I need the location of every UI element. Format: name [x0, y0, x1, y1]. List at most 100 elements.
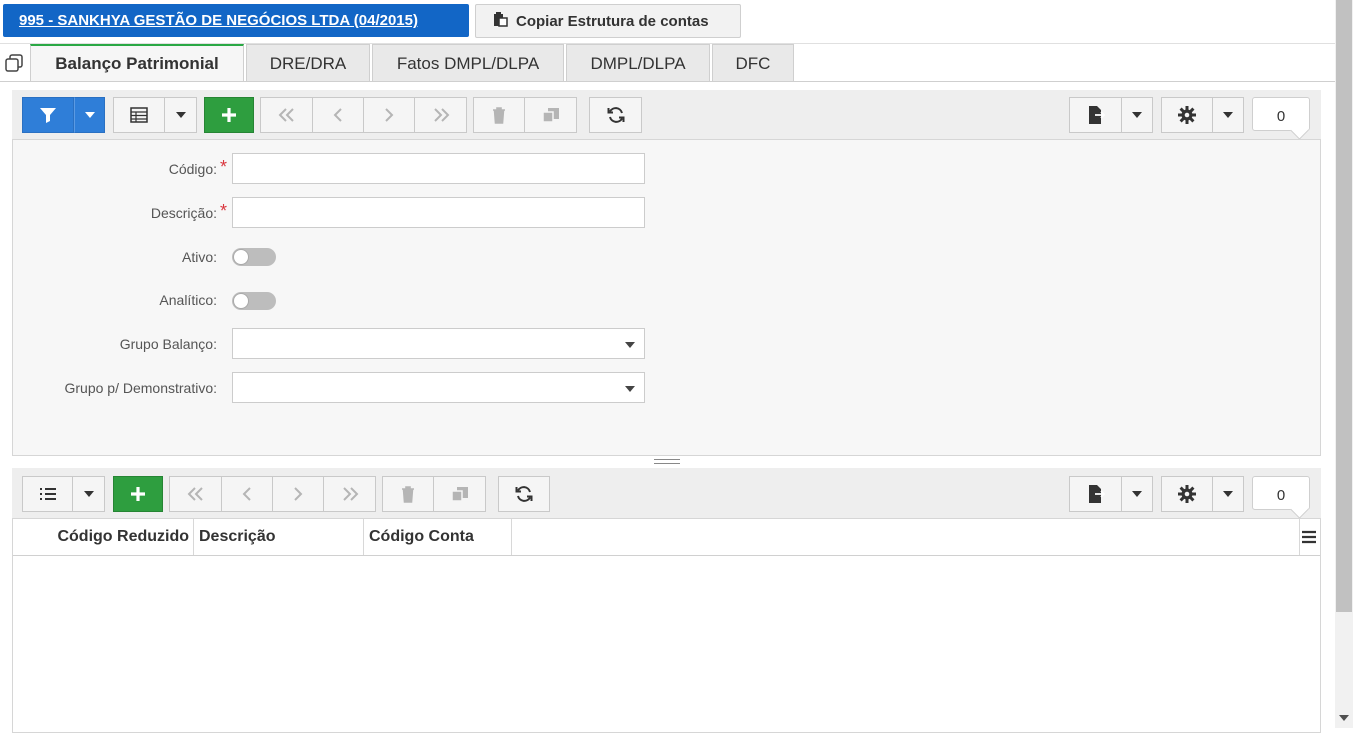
copy-account-structure-button[interactable]: Copiar Estrutura de contas — [475, 4, 741, 38]
settings-button[interactable] — [1161, 97, 1213, 133]
last-page-icon — [433, 108, 449, 122]
last-record-button[interactable] — [415, 97, 467, 133]
codigo-label: Código: — [168, 161, 217, 177]
grupo-balanco-label: Grupo Balanço: — [119, 336, 217, 352]
grid-export-group — [1069, 476, 1153, 512]
list-view-icon — [39, 488, 56, 500]
view-button-group — [113, 97, 197, 133]
grid-export-dropdown-button[interactable] — [1122, 476, 1153, 512]
descricao-required-mark: * — [220, 201, 228, 221]
next-record-button[interactable] — [364, 97, 415, 133]
export-dropdown-button[interactable] — [1122, 97, 1153, 133]
trash-icon — [493, 107, 505, 124]
export-icon — [1088, 106, 1105, 124]
grid-previous-button[interactable] — [222, 476, 273, 512]
last-page-icon — [342, 487, 358, 501]
column-header-codigo-reduzido[interactable]: Código Reduzido — [13, 519, 194, 555]
grid-navigation-group — [169, 476, 376, 512]
filter-button[interactable] — [22, 97, 74, 133]
grid-add-button[interactable] — [113, 476, 163, 512]
scroll-down-arrow-icon[interactable] — [1339, 715, 1349, 721]
accounts-grid: Código Reduzido Descrição Código Conta — [12, 518, 1321, 733]
tab-dfc[interactable]: DFC — [712, 44, 794, 82]
table-view-icon — [130, 107, 148, 123]
gear-icon — [1178, 106, 1196, 124]
grid-add-group — [113, 476, 163, 512]
filter-icon — [40, 108, 56, 123]
caret-down-icon — [84, 112, 95, 118]
grid-duplicate-button[interactable] — [434, 476, 486, 512]
settings-button-group — [1161, 97, 1244, 133]
caret-down-icon — [1132, 112, 1142, 118]
list-view-button-group — [22, 476, 105, 512]
first-record-button[interactable] — [260, 97, 313, 133]
refresh-button[interactable] — [589, 97, 642, 133]
refresh-icon — [607, 107, 624, 123]
grid-refresh-button[interactable] — [498, 476, 550, 512]
caret-down-icon — [175, 112, 186, 118]
grid-next-button[interactable] — [273, 476, 324, 512]
trash-icon — [402, 486, 414, 503]
analitico-label: Analítico: — [159, 292, 217, 308]
grid-export-button[interactable] — [1069, 476, 1122, 512]
panel-splitter-handle[interactable] — [654, 459, 680, 467]
tab-fatos-dmpl-dlpa[interactable]: Fatos DMPL/DLPA — [372, 44, 564, 82]
delete-record-button[interactable] — [473, 97, 525, 133]
duplicate-icon — [450, 487, 468, 502]
next-icon — [385, 108, 394, 122]
duplicate-record-button[interactable] — [525, 97, 577, 133]
add-record-button[interactable] — [204, 97, 254, 133]
list-view-button[interactable] — [22, 476, 73, 512]
page-scrollbar-thumb[interactable] — [1336, 0, 1352, 612]
list-view-dropdown-button[interactable] — [73, 476, 105, 512]
clipboard-icon — [492, 11, 508, 31]
descricao-input[interactable] — [232, 197, 645, 228]
grid-settings-dropdown-button[interactable] — [1213, 476, 1244, 512]
plus-icon — [222, 108, 236, 122]
column-header-codigo-conta[interactable]: Código Conta — [364, 519, 512, 555]
previous-icon — [333, 108, 342, 122]
view-dropdown-button[interactable] — [165, 97, 197, 133]
duplicate-icon — [541, 108, 559, 123]
analitico-toggle[interactable] — [232, 292, 276, 310]
tab-dre-dra[interactable]: DRE/DRA — [246, 44, 370, 82]
grid-delete-button[interactable] — [382, 476, 434, 512]
settings-dropdown-button[interactable] — [1213, 97, 1244, 133]
refresh-icon — [515, 486, 533, 502]
codigo-required-mark: * — [220, 157, 228, 177]
filter-dropdown-button[interactable] — [74, 97, 105, 133]
grupo-demonstrativo-select[interactable] — [232, 372, 645, 403]
export-icon — [1088, 485, 1105, 503]
ativo-label: Ativo: — [181, 249, 217, 265]
table-view-button[interactable] — [113, 97, 165, 133]
caret-down-icon — [83, 491, 94, 497]
tabs-divider — [0, 81, 1335, 82]
add-button-group — [204, 97, 254, 133]
column-menu-icon[interactable] — [1301, 529, 1317, 545]
company-link-button[interactable]: 995 - SANKHYA GESTÃO DE NEGÓCIOS LTDA (0… — [3, 4, 469, 37]
record-actions-group — [473, 97, 577, 133]
codigo-input[interactable] — [232, 153, 645, 184]
ativo-toggle[interactable] — [232, 248, 276, 266]
grupo-balanco-select[interactable] — [232, 328, 645, 359]
tab-balanco-patrimonial[interactable]: Balanço Patrimonial — [30, 44, 244, 82]
tab-dmpl-dlpa[interactable]: DMPL/DLPA — [566, 44, 710, 82]
first-page-icon — [278, 108, 294, 122]
caret-down-icon — [1132, 491, 1142, 497]
grid-settings-button[interactable] — [1161, 476, 1213, 512]
caret-down-icon — [1223, 112, 1233, 118]
grid-last-button[interactable] — [324, 476, 376, 512]
previous-record-button[interactable] — [313, 97, 364, 133]
grupo-demonstrativo-label: Grupo p/ Demonstrativo: — [64, 380, 217, 396]
record-count-badge: 0 — [1252, 97, 1310, 131]
caret-down-icon — [1223, 491, 1233, 497]
export-button[interactable] — [1069, 97, 1122, 133]
window-duplicate-icon[interactable] — [5, 54, 23, 72]
export-button-group — [1069, 97, 1153, 133]
first-page-icon — [187, 487, 203, 501]
grid-record-actions-group — [382, 476, 486, 512]
column-header-descricao[interactable]: Descrição — [194, 519, 364, 555]
grid-first-button[interactable] — [169, 476, 222, 512]
descricao-label: Descrição: — [150, 205, 217, 221]
toggle-knob — [233, 293, 249, 309]
